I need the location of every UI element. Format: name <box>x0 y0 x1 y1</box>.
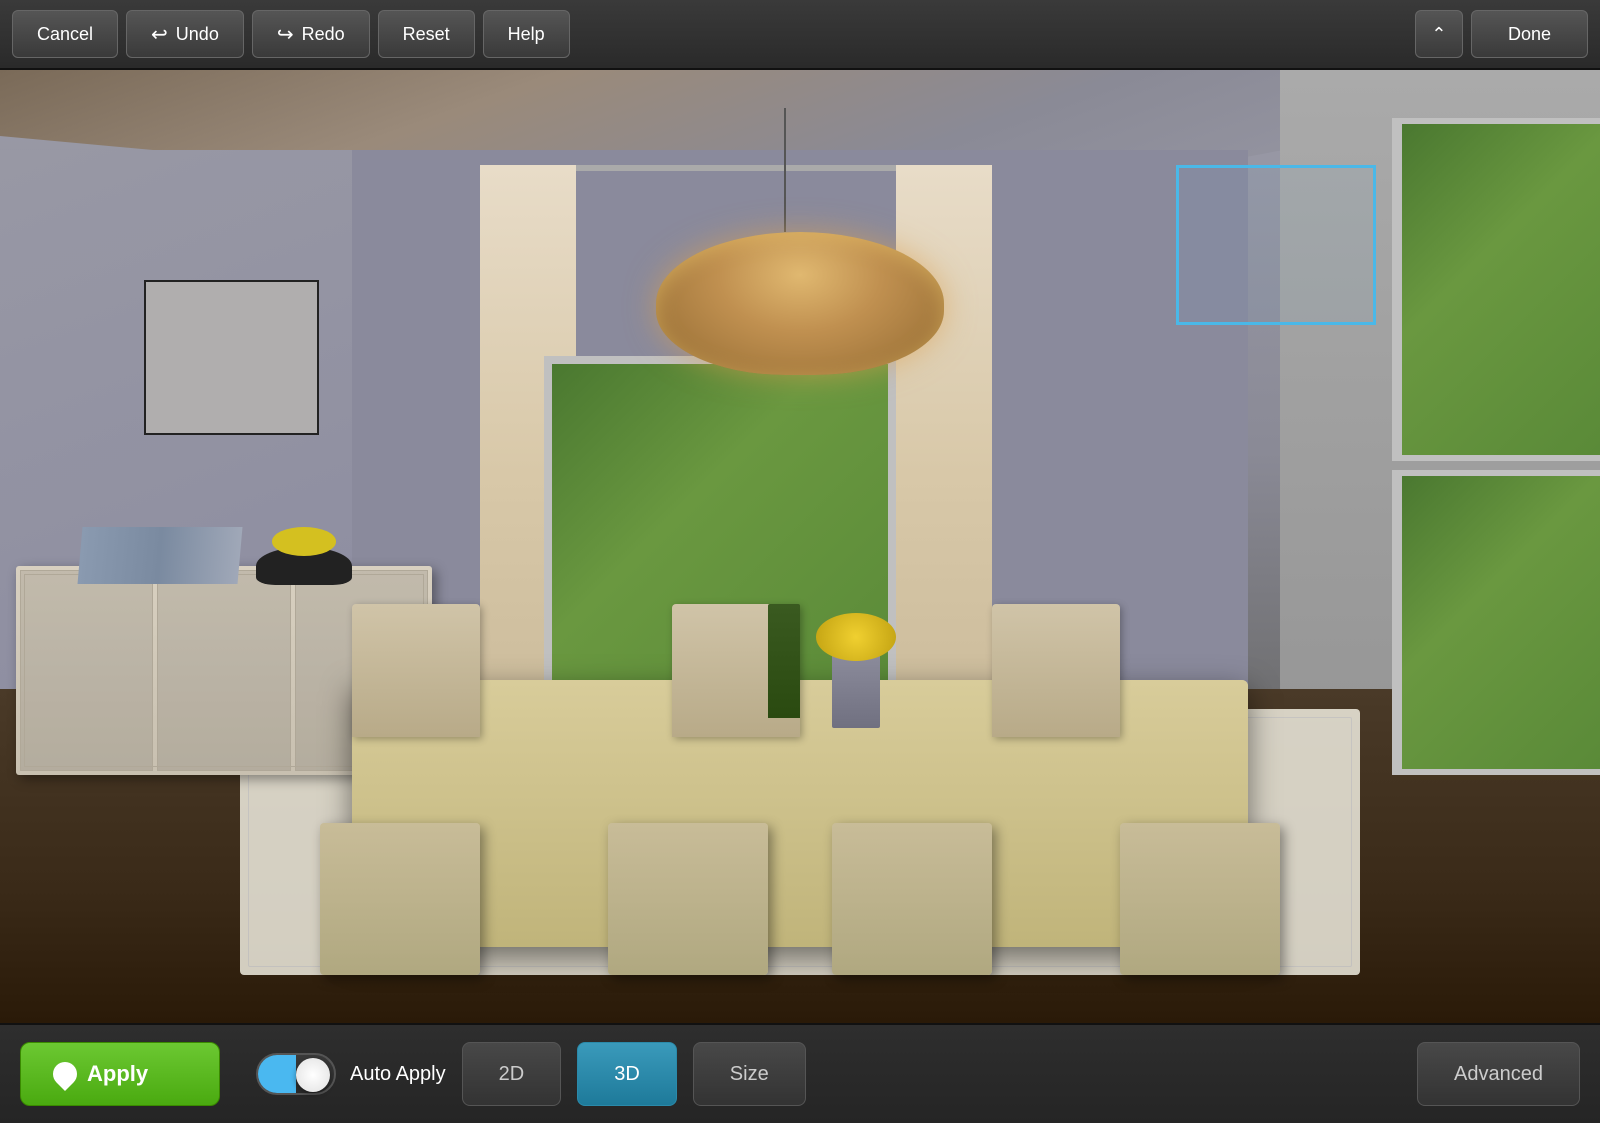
wine-bottle <box>768 604 800 718</box>
scene-viewport[interactable] <box>0 70 1600 1023</box>
flowers <box>816 613 896 661</box>
window-bottom-right <box>1392 470 1600 775</box>
auto-apply-label: Auto Apply <box>350 1063 446 1086</box>
done-label: Done <box>1508 24 1551 44</box>
chandelier-chain <box>784 108 786 232</box>
chevron-up-icon: ⌃ <box>1431 24 1446 45</box>
auto-apply-toggle[interactable] <box>256 1053 336 1095</box>
chandelier <box>656 232 944 375</box>
chair-back-right <box>992 604 1120 737</box>
undo-label: Undo <box>176 24 219 45</box>
fruit <box>272 527 336 556</box>
help-button[interactable]: Help <box>483 10 570 58</box>
mode-2d-label: 2D <box>499 1063 525 1085</box>
window-top-right <box>1392 118 1600 461</box>
collapse-button[interactable]: ⌃ <box>1415 10 1463 58</box>
cancel-label: Cancel <box>37 24 93 45</box>
redo-icon: ↪ <box>277 22 294 47</box>
chair-front-center-left <box>608 823 768 975</box>
help-label: Help <box>508 24 545 45</box>
size-label: Size <box>730 1063 769 1085</box>
wall-frame[interactable] <box>144 280 319 435</box>
chair-front-center-right <box>832 823 992 975</box>
toggle-active-track <box>258 1055 296 1093</box>
redo-label: Redo <box>302 24 345 45</box>
paint-brush-icon <box>48 1057 82 1091</box>
size-button[interactable]: Size <box>693 1042 806 1106</box>
advanced-button[interactable]: Advanced <box>1417 1042 1580 1106</box>
sideboard-items <box>77 527 242 584</box>
chair-back-left <box>352 604 480 737</box>
apply-label: Apply <box>87 1061 148 1087</box>
mode-2d-button[interactable]: 2D <box>462 1042 562 1106</box>
reset-label: Reset <box>403 24 450 45</box>
auto-apply-area: Auto Apply <box>256 1053 446 1095</box>
undo-icon: ↩ <box>151 22 168 47</box>
reset-button[interactable]: Reset <box>378 10 475 58</box>
chair-front-left <box>320 823 480 975</box>
apply-button[interactable]: Apply <box>20 1042 220 1106</box>
advanced-label: Advanced <box>1454 1063 1543 1085</box>
undo-button[interactable]: ↩ Undo <box>126 10 244 58</box>
bottom-toolbar: Apply Auto Apply 2D 3D Size Advanced <box>0 1023 1600 1123</box>
chair-front-right <box>1120 823 1280 975</box>
mode-3d-label: 3D <box>614 1063 640 1085</box>
done-button[interactable]: Done <box>1471 10 1588 58</box>
toggle-knob <box>296 1058 330 1092</box>
redo-button[interactable]: ↪ Redo <box>252 10 370 58</box>
top-toolbar: Cancel ↩ Undo ↪ Redo Reset Help ⌃ Done <box>0 0 1600 70</box>
cancel-button[interactable]: Cancel <box>12 10 118 58</box>
mode-3d-button[interactable]: 3D <box>577 1042 677 1106</box>
